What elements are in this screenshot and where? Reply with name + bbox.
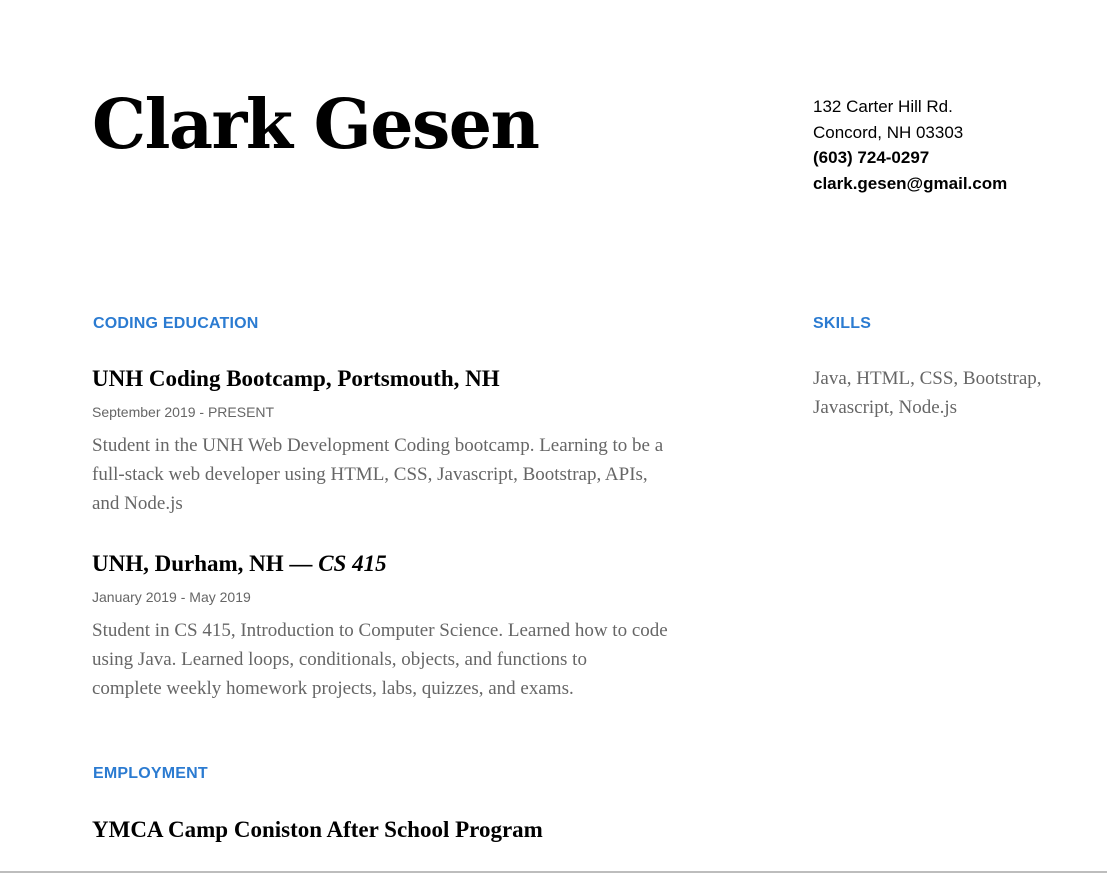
address-line-2: Concord, NH 03303 [813, 122, 964, 142]
employment-heading: EMPLOYMENT [93, 765, 208, 782]
education-location: Portsmouth, NH [331, 366, 500, 391]
address-line-1: 132 Carter Hill Rd. [813, 97, 953, 116]
skills-heading: SKILLS [813, 315, 872, 332]
education-dates: January 2019 - May 2019 [92, 589, 251, 605]
skills-line: Javascript, Node.js [813, 397, 958, 418]
skills-list: Java, HTML, CSS, Bootstrap, Javascript, … [813, 364, 1098, 422]
resume-name: Clark Gesen [92, 85, 540, 165]
education-dates: September 2019 - PRESENT [92, 404, 275, 420]
education-org: UNH, [92, 551, 149, 576]
description-line: full-stack web developer using HTML, CSS… [92, 464, 648, 485]
phone-number: (603) 724-0297 [813, 148, 930, 167]
education-course: CS 415 [318, 551, 387, 576]
description-line: complete weekly homework projects, labs,… [92, 678, 574, 699]
employment-entry-heading: YMCA Camp Coniston After School Program [92, 817, 543, 843]
email-address: clark.gesen@gmail.com [813, 173, 1008, 193]
description-line: Student in the UNH Web Development Codin… [92, 435, 664, 456]
education-entry-heading: UNH, Durham, NH — CS 415 [92, 551, 387, 577]
description-line: and Node.js [92, 493, 183, 514]
coding-education-heading: CODING EDUCATION [93, 315, 259, 332]
resume-page: Clark Gesen 132 Carter Hill Rd. Concord,… [0, 0, 1107, 873]
employment-org: YMCA Camp Coniston After School Program [92, 817, 543, 842]
description-line: Student in CS 415, Introduction to Compu… [92, 620, 668, 641]
education-location: Durham, NH — [148, 551, 319, 576]
education-entry-heading: UNH Coding Bootcamp, Portsmouth, NH [92, 366, 500, 392]
education-description: Student in CS 415, Introduction to Compu… [92, 616, 762, 703]
education-org: UNH Coding Bootcamp, [92, 366, 332, 391]
contact-block: 132 Carter Hill Rd. Concord, NH 03303 (6… [813, 94, 1007, 196]
description-line: using Java. Learned loops, conditionals,… [92, 649, 587, 670]
skills-line: Java, HTML, CSS, Bootstrap, [813, 368, 1042, 389]
education-description: Student in the UNH Web Development Codin… [92, 431, 762, 518]
